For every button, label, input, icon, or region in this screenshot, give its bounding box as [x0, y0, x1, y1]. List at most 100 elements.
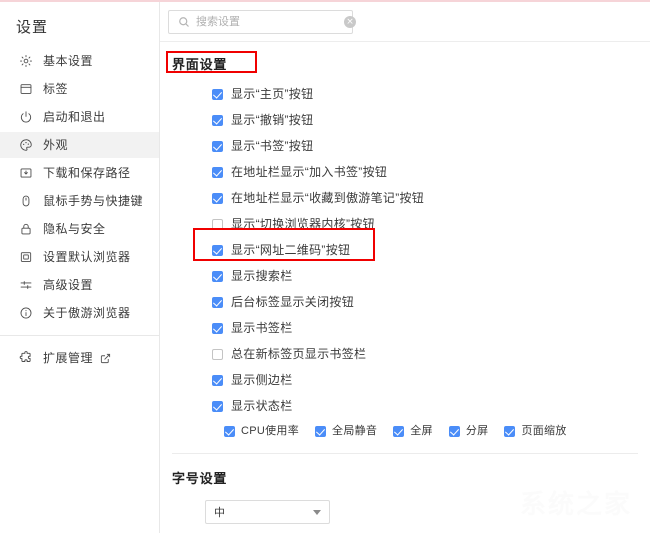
option-row-9[interactable]: 显示书签栏 — [160, 315, 650, 341]
sidebar-item-label: 启动和退出 — [43, 110, 106, 124]
info-icon — [18, 305, 34, 321]
app-title: 设置 — [16, 19, 49, 36]
status-bar-option-0[interactable]: CPU使用率 — [224, 424, 300, 437]
sidebar-item-0[interactable]: 基本设置 — [0, 48, 159, 74]
sidebar-item-3[interactable]: 外观 — [0, 132, 159, 158]
status-bar-option-label: 全局静音 — [332, 424, 378, 437]
checkbox-checked[interactable] — [315, 425, 327, 437]
sidebar-item-7[interactable]: 设置默认浏览器 — [0, 244, 159, 270]
checkbox-checked[interactable] — [448, 425, 460, 437]
sidebar-item-label: 高级设置 — [43, 278, 94, 292]
sidebar-item-label: 扩展管理 — [43, 351, 94, 365]
font-size-select-value: 中 — [214, 507, 225, 519]
option-row-2[interactable]: 显示“书签”按钮 — [160, 133, 650, 159]
status-bar-option-1[interactable]: 全局静音 — [315, 424, 378, 437]
option-label: 显示侧边栏 — [231, 373, 293, 387]
checkbox-checked[interactable] — [212, 270, 223, 282]
power-icon — [18, 109, 34, 125]
sidebar-item-5[interactable]: 鼠标手势与快捷键 — [0, 188, 159, 214]
checkbox-checked[interactable] — [212, 244, 223, 256]
page-title: 界面设置 — [172, 57, 228, 72]
sidebar-item-label: 隐私与安全 — [43, 222, 106, 236]
sidebar-item-label: 关于傲游浏览器 — [43, 306, 131, 320]
checkbox-checked[interactable] — [212, 296, 223, 308]
lock-icon — [18, 221, 34, 237]
status-bar-option-label: 页面缩放 — [521, 424, 567, 437]
checkbox-checked[interactable] — [212, 400, 223, 412]
option-label: 显示“切换浏览器内核”按钮 — [231, 217, 375, 231]
sidebar-item-label: 基本设置 — [43, 54, 94, 68]
sidebar: 设置 基本设置标签启动和退出外观下载和保存路径 鼠标手势与快捷键 隐私与安全设置默认… — [0, 2, 160, 533]
checkbox-checked[interactable] — [212, 140, 223, 152]
checkbox-checked[interactable] — [212, 114, 223, 126]
option-row-4[interactable]: 在地址栏显示“收藏到傲游笔记”按钮 — [160, 185, 650, 211]
checkbox-checked[interactable] — [212, 322, 223, 334]
status-bar-option-2[interactable]: 全屏 — [393, 424, 433, 437]
option-label: 显示搜索栏 — [231, 269, 293, 283]
sidebar-item-8[interactable]: 高级设置 — [0, 272, 159, 298]
sliders-icon — [18, 277, 34, 293]
main-panel: × 界面设置 显示“主页”按钮显示“撤销”按钮显示“书签”按钮在地址栏显示“加入… — [160, 2, 650, 533]
checkbox-checked[interactable] — [504, 425, 516, 437]
font-size-select[interactable]: 中 — [205, 500, 330, 524]
option-row-12[interactable]: 显示状态栏 — [160, 393, 650, 419]
search-box[interactable]: × — [168, 9, 356, 34]
interface-options-list: 显示“主页”按钮显示“撤销”按钮显示“书签”按钮在地址栏显示“加入书签”按钮在地… — [160, 73, 650, 419]
sidebar-nav: 基本设置标签启动和退出外观下载和保存路径 鼠标手势与快捷键 隐私与安全设置默认浏览器… — [0, 48, 159, 326]
sidebar-item-extensions[interactable]: 扩展管理 — [0, 345, 159, 371]
option-label: 显示“网址二维码”按钮 — [231, 243, 351, 257]
option-row-10[interactable]: 总在新标签页显示书签栏 — [160, 341, 650, 367]
sidebar-item-6[interactable]: 隐私与安全 — [0, 216, 159, 242]
gear-icon — [18, 53, 34, 69]
status-bar-option-3[interactable]: 分屏 — [448, 425, 489, 437]
option-label: 后台标签显示关闭按钮 — [231, 295, 355, 309]
sidebar-item-9[interactable]: 关于傲游浏览器 — [0, 300, 159, 326]
option-label: 显示书签栏 — [231, 321, 293, 335]
option-row-1[interactable]: 显示“撤销”按钮 — [160, 107, 650, 133]
status-bar-option-label: 全屏 — [410, 424, 433, 437]
option-row-8[interactable]: 后台标签显示关闭按钮 — [160, 289, 650, 315]
option-row-3[interactable]: 在地址栏显示“加入书签”按钮 — [160, 159, 650, 185]
sidebar-item-label: 设置默认浏览器 — [43, 250, 131, 264]
browser-icon — [18, 249, 34, 265]
mouse-icon — [18, 193, 34, 209]
status-bar-options-row: CPU使用率 全局静音 全屏 分屏 页面缩放 — [160, 419, 650, 443]
option-row-11[interactable]: 显示侧边栏 — [160, 367, 650, 393]
option-label: 显示“主页”按钮 — [231, 87, 314, 101]
option-label: 在地址栏显示“加入书签”按钮 — [231, 165, 388, 179]
option-row-6[interactable]: 显示“网址二维码”按钮 — [160, 237, 650, 263]
option-row-0[interactable]: 显示“主页”按钮 — [160, 81, 650, 107]
chevron-down-icon — [313, 509, 321, 515]
checkbox-checked[interactable] — [212, 166, 223, 178]
sidebar-item-label: 鼠标手势与快捷键 — [43, 194, 144, 208]
checkbox-checked[interactable] — [212, 374, 223, 386]
settings-content: 界面设置 显示“主页”按钮显示“撤销”按钮显示“书签”按钮在地址栏显示“加入书签… — [160, 42, 650, 532]
checkbox-checked[interactable] — [393, 425, 405, 437]
font-size-section-title: 字号设置 — [172, 471, 228, 486]
checkbox-checked[interactable] — [224, 425, 235, 437]
clear-circle-icon[interactable]: × — [344, 15, 356, 28]
sidebar-item-label: 标签 — [43, 82, 69, 96]
option-label: 总在新标签页显示书签栏 — [231, 347, 367, 361]
checkbox-unchecked[interactable] — [212, 218, 223, 230]
option-row-7[interactable]: 显示搜索栏 — [160, 263, 650, 289]
settings-window: 设置 基本设置标签启动和退出外观下载和保存路径 鼠标手势与快捷键 隐私与安全设置默认… — [0, 2, 650, 533]
tab-icon — [18, 81, 34, 97]
external-link-icon — [100, 353, 111, 364]
sidebar-item-2[interactable]: 启动和退出 — [0, 104, 159, 130]
checkbox-checked[interactable] — [212, 192, 223, 204]
option-label: 显示“书签”按钮 — [231, 139, 314, 153]
checkbox-checked[interactable] — [212, 88, 223, 100]
search-input[interactable] — [190, 11, 344, 32]
sidebar-divider — [0, 335, 159, 336]
status-bar-option-4[interactable]: 页面缩放 — [504, 424, 567, 437]
download-box-icon — [18, 165, 34, 181]
sidebar-item-label: 外观 — [43, 138, 69, 152]
sidebar-item-1[interactable]: 标签 — [0, 76, 159, 102]
status-bar-option-label: CPU使用率 — [241, 424, 300, 437]
option-row-5[interactable]: 显示“切换浏览器内核”按钮 — [160, 211, 650, 237]
option-label: 显示状态栏 — [231, 399, 293, 413]
checkbox-unchecked[interactable] — [212, 348, 223, 360]
sidebar-item-label: 下载和保存路径 — [43, 166, 131, 180]
sidebar-item-4[interactable]: 下载和保存路径 — [0, 160, 159, 186]
